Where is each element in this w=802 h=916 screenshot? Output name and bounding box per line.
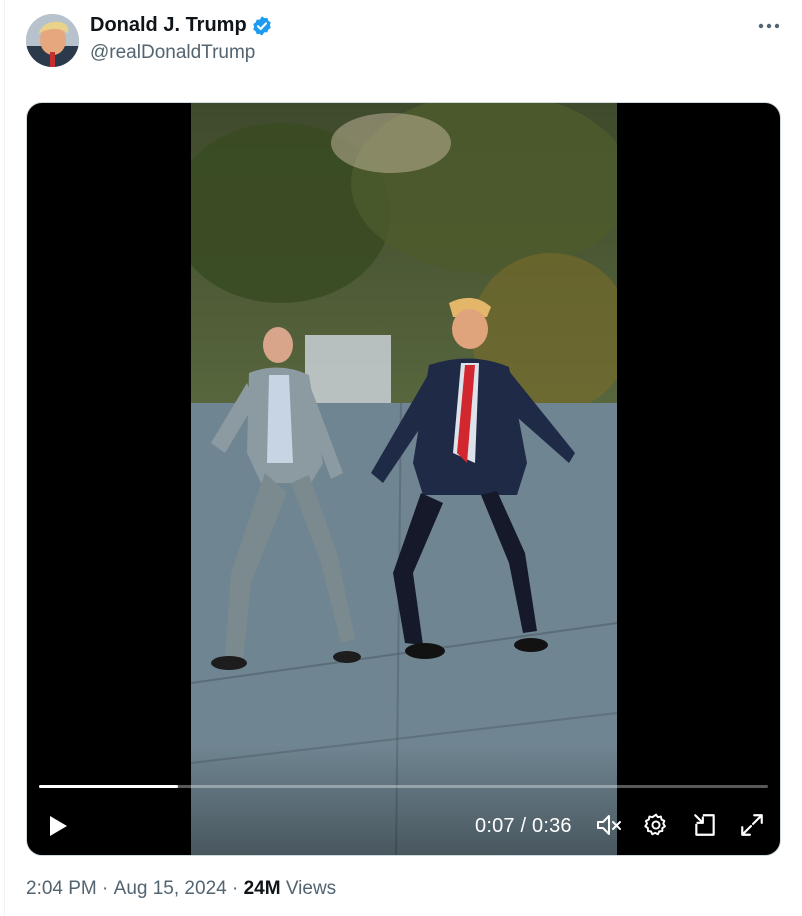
- play-icon: [50, 816, 67, 836]
- video-player[interactable]: 0:07 / 0:36: [26, 102, 781, 856]
- meta-separator: ·: [226, 878, 244, 899]
- post-time[interactable]: 2:04 PM: [26, 878, 97, 900]
- settings-button[interactable]: [639, 808, 673, 842]
- author-handle[interactable]: @realDonaldTrump: [90, 42, 255, 64]
- avatar-image: [26, 14, 79, 67]
- video-time-readout: 0:07 / 0:36: [475, 815, 572, 838]
- views-count: 24M: [243, 878, 281, 899]
- views-label: Views: [280, 878, 337, 899]
- post-date[interactable]: Aug 15, 2024: [114, 878, 227, 900]
- timeline-border: [4, 0, 5, 916]
- author-name[interactable]: Donald J. Trump: [90, 14, 247, 37]
- mute-icon: [597, 815, 621, 835]
- more-icon: [758, 23, 780, 29]
- current-time: 0:07: [475, 815, 515, 837]
- fullscreen-icon: [741, 814, 763, 836]
- time-separator: /: [514, 815, 533, 837]
- mute-button[interactable]: [592, 808, 626, 842]
- settings-icon: [644, 813, 666, 836]
- play-button[interactable]: [41, 809, 75, 843]
- fullscreen-button[interactable]: [735, 808, 769, 842]
- verified-badge-icon[interactable]: [251, 15, 273, 37]
- more-options-button[interactable]: [752, 12, 786, 40]
- pip-icon: [694, 814, 715, 836]
- meta-separator: ·: [96, 878, 114, 899]
- avatar[interactable]: [26, 14, 79, 67]
- video-frame: [191, 103, 617, 855]
- post-meta: 2:04 PM · Aug 15, 2024 · 24M Views: [26, 878, 336, 900]
- video-progress-bar[interactable]: [39, 785, 768, 788]
- duration: 0:36: [532, 815, 572, 837]
- video-progress-fill: [39, 785, 178, 788]
- picture-in-picture-button[interactable]: [688, 808, 722, 842]
